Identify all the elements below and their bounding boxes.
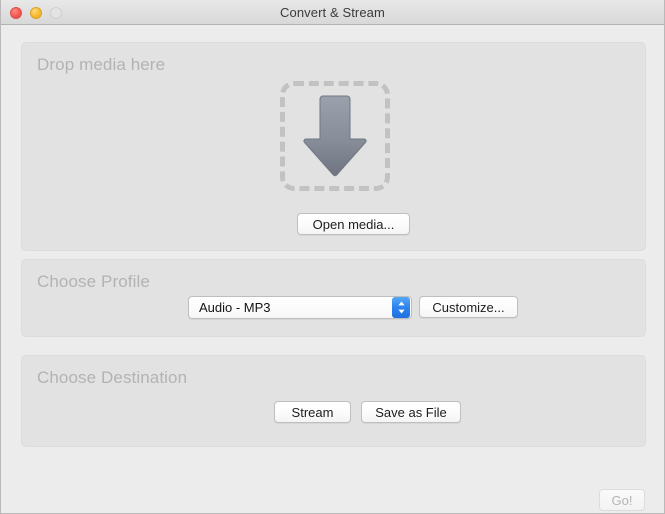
drop-media-panel: Drop media here Open media... bbox=[21, 42, 646, 251]
media-dropzone[interactable] bbox=[280, 81, 390, 191]
window-controls bbox=[10, 0, 62, 25]
choose-destination-heading: Choose Destination bbox=[37, 368, 187, 388]
choose-profile-heading: Choose Profile bbox=[37, 272, 150, 292]
minimize-button[interactable] bbox=[30, 7, 42, 19]
down-arrow-icon bbox=[302, 94, 368, 178]
close-button[interactable] bbox=[10, 7, 22, 19]
window-content: Drop media here Open media... Choo bbox=[1, 25, 664, 513]
stream-button[interactable]: Stream bbox=[274, 401, 351, 423]
customize-button[interactable]: Customize... bbox=[419, 296, 518, 318]
choose-profile-panel: Choose Profile Audio - MP3 Customize... bbox=[21, 259, 646, 337]
up-down-chevron-icon bbox=[392, 297, 410, 318]
convert-stream-window: Convert & Stream Drop media here bbox=[0, 0, 665, 514]
drop-media-heading: Drop media here bbox=[37, 55, 165, 75]
window-title: Convert & Stream bbox=[1, 5, 664, 20]
profile-select-value: Audio - MP3 bbox=[189, 300, 392, 315]
go-button[interactable]: Go! bbox=[599, 489, 645, 511]
zoom-button bbox=[50, 7, 62, 19]
window-titlebar: Convert & Stream bbox=[1, 0, 664, 25]
profile-select[interactable]: Audio - MP3 bbox=[188, 296, 412, 319]
save-as-file-button[interactable]: Save as File bbox=[361, 401, 461, 423]
choose-destination-panel: Choose Destination Stream Save as File bbox=[21, 355, 646, 447]
open-media-button[interactable]: Open media... bbox=[297, 213, 410, 235]
